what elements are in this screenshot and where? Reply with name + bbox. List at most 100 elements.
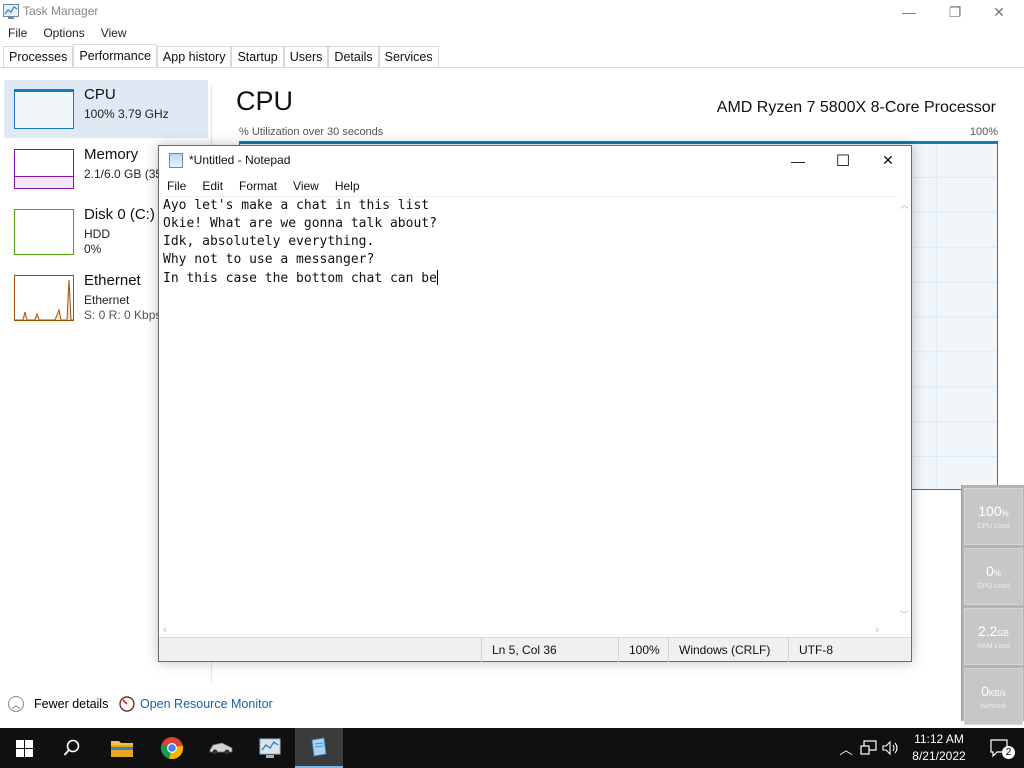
search-icon: [63, 739, 80, 756]
sidebar-cpu-stats: 100% 3.79 GHz: [84, 107, 169, 121]
notepad-menu-file[interactable]: File: [159, 176, 194, 196]
menu-view[interactable]: View: [93, 24, 135, 44]
notepad-status-bar: Ln 5, Col 36 100% Windows (CRLF) UTF-8: [159, 637, 911, 662]
memory-thumbnail-graph: [14, 149, 74, 189]
minimize-icon: —: [902, 4, 916, 20]
network-icon[interactable]: [860, 740, 878, 756]
open-resource-monitor-link[interactable]: Open Resource Monitor: [119, 694, 273, 714]
scroll-left-arrow-icon[interactable]: ‹: [163, 624, 167, 636]
notepad-text-area[interactable]: Ayo let's make a chat in this list Okie!…: [159, 196, 897, 623]
cpu-load-value: 100: [978, 503, 1002, 519]
notepad-menu-view[interactable]: View: [285, 176, 327, 196]
task-manager-taskbar-button[interactable]: [246, 728, 294, 768]
minimize-button[interactable]: —: [886, 0, 932, 24]
sidebar-item-cpu[interactable]: CPU 100% 3.79 GHz: [4, 80, 208, 138]
cpu-detail-title: CPU: [236, 86, 294, 116]
cpu-load-unit: %: [1001, 509, 1009, 518]
clock-date: 8/21/2022: [912, 749, 966, 763]
task-manager-titlebar: Task Manager — ❐ ✕: [0, 0, 1024, 24]
chrome-button[interactable]: [148, 728, 196, 768]
start-button[interactable]: [0, 728, 48, 768]
horizontal-scrollbar[interactable]: ‹ ›: [159, 623, 897, 637]
cpu-thumbnail-graph: [14, 89, 74, 129]
text-line-3: Idk, absolutely everything.: [163, 234, 375, 249]
tab-performance[interactable]: Performance: [73, 44, 157, 68]
tab-services[interactable]: Services: [378, 46, 439, 68]
notification-count-badge: 2: [1002, 746, 1015, 759]
tab-app-history[interactable]: App history: [156, 46, 232, 68]
resource-monitor-icon: [119, 696, 135, 712]
notepad-close-button[interactable]: ✕: [865, 146, 911, 175]
text-caret: [436, 270, 438, 285]
text-line-5: In this case the bottom chat can be: [163, 271, 437, 286]
hardware-monitor-widget: 100% CPU Load 0% GPU Load 2.2GB RAM Load…: [961, 485, 1024, 725]
menu-options[interactable]: Options: [35, 24, 92, 44]
restore-icon: ❐: [948, 3, 962, 20]
fewer-details-link[interactable]: ︿ Fewer details: [8, 694, 108, 714]
notepad-menubar: File Edit Format View Help: [159, 176, 911, 196]
notepad-menu-format[interactable]: Format: [231, 176, 285, 196]
ram-load-caption: RAM Load: [976, 643, 1011, 650]
cpu-utilization-line: [239, 141, 998, 144]
sidebar-cpu-name: CPU: [84, 86, 116, 103]
vertical-scrollbar[interactable]: ︿ ﹀: [897, 196, 911, 623]
task-manager-menubar: File Options View: [0, 24, 135, 44]
tab-processes[interactable]: Processes: [3, 46, 74, 68]
restore-button[interactable]: ❐: [932, 0, 978, 24]
maximize-icon: ☐: [835, 152, 851, 170]
show-hidden-icons-icon[interactable]: ︿: [838, 739, 854, 758]
notepad-minimize-button[interactable]: —: [775, 146, 821, 175]
task-manager-title: Task Manager: [23, 4, 99, 18]
close-icon: ✕: [993, 3, 1005, 20]
ram-load-cell: 2.2GB RAM Load: [964, 608, 1023, 665]
notepad-titlebar[interactable]: *Untitled - Notepad — ☐ ✕: [159, 146, 911, 176]
cpu-load-caption: CPU Load: [977, 523, 1010, 530]
minimize-icon: —: [791, 152, 805, 169]
notepad-maximize-button[interactable]: ☐: [820, 146, 866, 175]
action-center-button[interactable]: 2: [976, 728, 1024, 768]
taskbar: ︿ 11:12 AM 8/21/2022 2: [0, 728, 1024, 768]
ram-load-value: 2.2: [977, 623, 998, 639]
tab-details[interactable]: Details: [328, 46, 379, 68]
menu-file[interactable]: File: [0, 24, 35, 44]
tab-startup[interactable]: Startup: [231, 46, 284, 68]
notepad-window: *Untitled - Notepad — ☐ ✕ File Edit Form…: [158, 145, 912, 662]
scroll-up-arrow-icon[interactable]: ︿: [900, 198, 909, 211]
status-encoding: UTF-8: [788, 638, 898, 662]
sidebar-ethernet-adapter: Ethernet: [84, 293, 130, 307]
chrome-icon: [160, 737, 184, 760]
taskbar-clock[interactable]: 11:12 AM 8/21/2022: [905, 731, 973, 765]
gpu-load-value: 0: [986, 563, 994, 579]
volume-icon[interactable]: [882, 740, 900, 756]
network-caption: Network: [980, 703, 1007, 710]
disk-thumbnail-graph: [14, 209, 74, 255]
sidebar-ethernet-throughput: S: 0 R: 0 Kbps: [84, 308, 162, 322]
network-unit: KB/s: [988, 689, 1006, 698]
car-app-icon: [209, 742, 233, 755]
close-button[interactable]: ✕: [976, 0, 1022, 24]
sidebar-memory-stats: 2.1/6.0 GB (35: [84, 167, 163, 181]
ram-load-unit: GB: [997, 629, 1010, 638]
notepad-menu-edit[interactable]: Edit: [194, 176, 231, 196]
cpu-utilization-label: % Utilization over 30 seconds: [239, 126, 384, 138]
notepad-menu-help[interactable]: Help: [327, 176, 368, 196]
sidebar-disk-type: HDD: [84, 227, 110, 241]
gpu-load-cell: 0% GPU Load: [964, 548, 1023, 605]
gpu-load-unit: %: [993, 569, 1001, 578]
car-app-button[interactable]: [197, 728, 245, 768]
notepad-taskbar-button[interactable]: [295, 728, 343, 768]
scroll-down-arrow-icon[interactable]: ﹀: [900, 608, 909, 621]
file-explorer-button[interactable]: [98, 728, 146, 768]
scroll-right-arrow-icon[interactable]: ›: [875, 624, 879, 636]
network-cell: 0KB/s Network: [964, 668, 1023, 725]
tab-users[interactable]: Users: [283, 46, 329, 68]
system-tray: ︿: [838, 728, 900, 768]
text-line-5-wrapper: In this case the bottom chat can be: [163, 270, 438, 286]
chevron-up-icon: ︿: [8, 696, 24, 712]
search-button[interactable]: [48, 728, 96, 768]
status-line-endings: Windows (CRLF): [668, 638, 788, 662]
network-value: 0: [981, 683, 989, 699]
text-line-1: Ayo let's make a chat in this list: [163, 198, 430, 213]
cpu-load-cell: 100% CPU Load: [964, 488, 1023, 545]
task-manager-app-icon: [3, 4, 19, 19]
